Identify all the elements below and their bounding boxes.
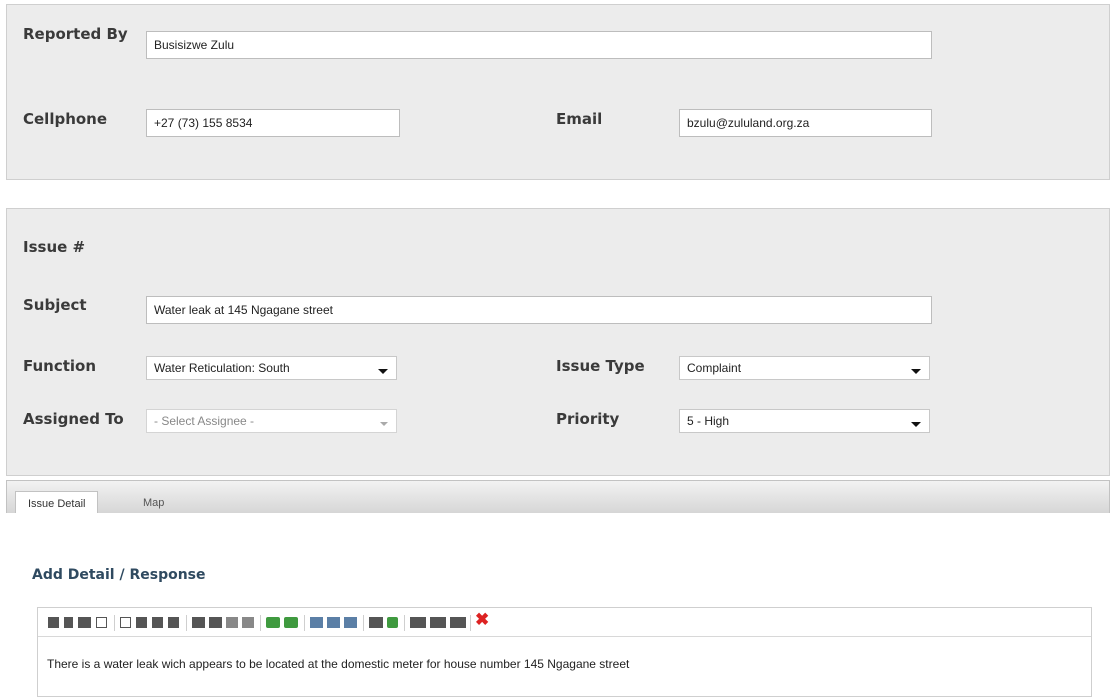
function-label: Function bbox=[23, 357, 97, 375]
editor-body-text[interactable]: There is a water leak wich appears to be… bbox=[47, 657, 629, 671]
section-heading: Add Detail / Response bbox=[32, 567, 206, 583]
toolbar-separator bbox=[470, 615, 471, 631]
table-row-icon[interactable] bbox=[430, 617, 446, 628]
chevron-down-icon bbox=[380, 422, 388, 426]
issue-type-select-value: Complaint bbox=[687, 361, 742, 375]
numbered-list-icon[interactable] bbox=[327, 617, 340, 628]
function-select-value: Water Reticulation: South bbox=[154, 361, 290, 375]
reported-by-label: Reported By bbox=[23, 25, 128, 43]
image-insert-icon[interactable] bbox=[387, 617, 398, 628]
table-icon[interactable] bbox=[410, 617, 426, 628]
issue-type-select[interactable]: Complaint bbox=[679, 356, 930, 380]
undo-icon[interactable] bbox=[266, 617, 280, 628]
link-insert-icon[interactable] bbox=[369, 617, 383, 628]
priority-select-value: 5 - High bbox=[687, 414, 730, 428]
issue-type-label: Issue Type bbox=[556, 357, 645, 375]
reported-by-field[interactable]: Busisizwe Zulu bbox=[146, 31, 932, 59]
priority-select[interactable]: 5 - High bbox=[679, 409, 930, 433]
link-icon[interactable] bbox=[78, 617, 91, 628]
music-icon[interactable] bbox=[64, 617, 73, 628]
toolbar-separator bbox=[404, 615, 405, 631]
chevron-down-icon bbox=[911, 422, 921, 427]
align-center-icon[interactable] bbox=[136, 617, 147, 628]
subscript-icon[interactable] bbox=[226, 617, 238, 628]
table-column-icon[interactable] bbox=[450, 617, 466, 628]
remove-format-icon[interactable]: ✖ bbox=[475, 611, 489, 628]
tab-bar: Issue Detail Map bbox=[6, 480, 1110, 516]
priority-label: Priority bbox=[556, 410, 620, 428]
outdent-icon[interactable] bbox=[209, 617, 222, 628]
cellphone-field[interactable]: +27 (73) 155 8534 bbox=[146, 109, 400, 137]
rich-text-editor[interactable]: ✖ There is a water leak wich appears to … bbox=[37, 607, 1092, 697]
align-left-icon[interactable] bbox=[120, 617, 131, 628]
redo-icon[interactable] bbox=[284, 617, 298, 628]
bulleted-list-icon[interactable] bbox=[310, 617, 323, 628]
subject-field[interactable]: Water leak at 145 Ngagane street bbox=[146, 296, 932, 324]
email-label: Email bbox=[556, 110, 603, 128]
toolbar-separator bbox=[186, 615, 187, 631]
toolbar-separator bbox=[260, 615, 261, 631]
email-field[interactable]: bzulu@zululand.org.za bbox=[679, 109, 932, 137]
horizontal-rule-icon[interactable] bbox=[344, 617, 357, 628]
image-icon[interactable] bbox=[48, 617, 59, 628]
align-right-icon[interactable] bbox=[152, 617, 163, 628]
editor-toolbar: ✖ bbox=[38, 608, 1091, 637]
align-justify-icon[interactable] bbox=[168, 617, 179, 628]
assigned-to-label: Assigned To bbox=[23, 410, 124, 428]
toolbar-separator bbox=[304, 615, 305, 631]
document-icon[interactable] bbox=[96, 617, 107, 628]
assignee-select-value: - Select Assignee - bbox=[154, 414, 255, 428]
assignee-select[interactable]: - Select Assignee - bbox=[146, 409, 397, 433]
issue-number-label: Issue # bbox=[23, 238, 86, 256]
cellphone-label: Cellphone bbox=[23, 110, 108, 128]
toolbar-separator bbox=[114, 615, 115, 631]
chevron-down-icon bbox=[378, 369, 388, 374]
toolbar-separator bbox=[363, 615, 364, 631]
chevron-down-icon bbox=[911, 369, 921, 374]
function-select[interactable]: Water Reticulation: South bbox=[146, 356, 397, 380]
subject-label: Subject bbox=[23, 296, 87, 314]
issue-panel bbox=[6, 208, 1110, 476]
superscript-icon[interactable] bbox=[242, 617, 254, 628]
indent-icon[interactable] bbox=[192, 617, 205, 628]
